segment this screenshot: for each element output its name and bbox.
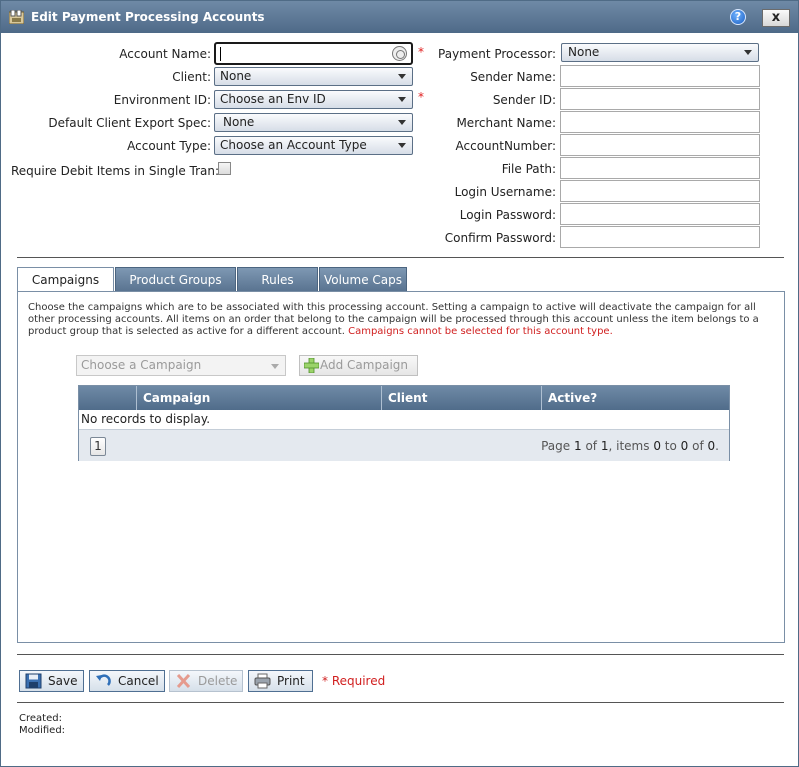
text-caret <box>220 47 221 61</box>
pager-info: Page 1 of 1, items 0 to 0 of 0. <box>541 439 719 453</box>
pager-to-text: to <box>664 439 677 453</box>
chevron-down-icon <box>398 97 406 102</box>
file-path-label: File Path: <box>501 162 556 176</box>
pager-of: of <box>585 439 598 453</box>
merchant-name-label: Merchant Name: <box>456 116 556 130</box>
tab-product-groups[interactable]: Product Groups <box>115 267 236 292</box>
tab-volume-caps[interactable]: Volume Caps <box>319 267 407 292</box>
campaigns-tab-panel: Choose the campaigns which are to be ass… <box>17 291 785 643</box>
sender-name-label: Sender Name: <box>470 70 556 84</box>
campaigns-description: Choose the campaigns which are to be ass… <box>28 302 768 338</box>
payment-processor-value: None <box>568 45 600 59</box>
confirm-password-input[interactable] <box>560 226 760 248</box>
export-spec-label: Default Client Export Spec: <box>48 116 211 130</box>
chevron-down-icon <box>744 50 752 55</box>
account-type-label: Account Type: <box>127 139 211 153</box>
grid-header: Campaign Client Active? <box>79 386 729 410</box>
save-label: Save <box>48 674 78 688</box>
confirm-password-label: Confirm Password: <box>444 231 556 245</box>
campaigns-warning: Campaigns cannot be selected for this ac… <box>348 326 613 337</box>
app-icon <box>9 10 24 24</box>
client-select-value: None <box>220 69 252 83</box>
pager-prefix: Page <box>541 439 571 453</box>
print-label: Print <box>277 674 305 688</box>
chevron-down-icon <box>398 143 406 148</box>
delete-icon <box>176 673 191 689</box>
tab-campaigns[interactable]: Campaigns <box>17 267 114 292</box>
export-spec-value: None <box>223 115 255 129</box>
save-button[interactable]: Save <box>19 670 84 692</box>
account-name-input[interactable] <box>214 42 413 65</box>
environment-id-value: Choose an Env ID <box>220 92 326 106</box>
created-label: Created: <box>19 713 62 724</box>
environment-id-select[interactable]: Choose an Env ID <box>214 90 413 109</box>
help-button[interactable]: ? <box>730 9 746 25</box>
undo-icon <box>96 674 111 686</box>
divider-footer <box>17 702 784 703</box>
client-select[interactable]: None <box>214 67 413 86</box>
account-number-input[interactable] <box>560 134 760 156</box>
plus-icon <box>304 358 319 373</box>
require-debit-label: Require Debit Items in Single Tran: <box>11 164 220 178</box>
chevron-down-icon <box>271 364 279 369</box>
printer-icon <box>254 673 271 689</box>
merchant-name-input[interactable] <box>560 111 760 133</box>
pager-to: 0 <box>680 439 689 453</box>
environment-id-label: Environment ID: <box>113 93 211 107</box>
account-type-select[interactable]: Choose an Account Type <box>214 136 413 155</box>
delete-label: Delete <box>198 674 238 688</box>
sender-id-label: Sender ID: <box>492 93 556 107</box>
titlebar[interactable]: Edit Payment Processing Accounts ? x <box>1 1 798 33</box>
delete-button[interactable]: Delete <box>169 670 243 692</box>
tab-strip: Campaigns Product Groups Rules Volume Ca… <box>17 267 785 292</box>
required-note: * Required <box>322 674 386 688</box>
choose-campaign-placeholder: Choose a Campaign <box>81 358 202 372</box>
column-campaign[interactable]: Campaign <box>136 386 381 410</box>
login-username-label: Login Username: <box>454 185 556 199</box>
pager-from: 0 <box>653 439 661 453</box>
login-password-label: Login Password: <box>459 208 556 222</box>
edit-payment-accounts-window: Edit Payment Processing Accounts ? x Acc… <box>0 0 799 767</box>
payment-processor-select[interactable]: None <box>561 43 759 62</box>
login-password-input[interactable] <box>560 203 760 225</box>
sender-name-input[interactable] <box>560 65 760 87</box>
clear-icon[interactable] <box>392 46 407 61</box>
add-campaign-button[interactable]: Add Campaign <box>299 355 418 376</box>
account-name-label: Account Name: <box>119 47 211 61</box>
pager-current-page: 1 <box>573 439 582 453</box>
choose-campaign-select[interactable]: Choose a Campaign <box>76 355 286 376</box>
divider-top <box>17 257 784 258</box>
pager-of-total: of <box>692 439 704 453</box>
chevron-down-icon <box>398 120 406 125</box>
tab-rules[interactable]: Rules <box>237 267 318 292</box>
campaigns-grid: Campaign Client Active? No records to di… <box>78 385 730 461</box>
page-1-button[interactable]: 1 <box>90 437 106 456</box>
account-number-label: AccountNumber: <box>455 139 557 153</box>
print-button[interactable]: Print <box>248 670 313 692</box>
export-spec-select[interactable]: None <box>214 113 413 132</box>
client-label: Client: <box>172 70 211 84</box>
account-type-value: Choose an Account Type <box>220 138 367 152</box>
column-active[interactable]: Active? <box>541 386 730 410</box>
no-records-text: No records to display. <box>81 412 211 426</box>
cancel-button[interactable]: Cancel <box>89 670 165 692</box>
pager-end: . <box>715 439 719 453</box>
grid-header-spacer <box>79 386 136 410</box>
save-icon <box>25 673 42 689</box>
payment-processor-label: Payment Processor: <box>438 47 556 61</box>
close-button[interactable]: x <box>762 9 790 27</box>
pager-items-text: , items <box>608 439 650 453</box>
require-debit-checkbox[interactable] <box>218 162 231 175</box>
divider-actions-top <box>17 654 784 655</box>
cancel-label: Cancel <box>118 674 159 688</box>
file-path-input[interactable] <box>560 157 760 179</box>
login-username-input[interactable] <box>560 180 760 202</box>
grid-pager: 1 Page 1 of 1, items 0 to 0 of 0. <box>79 429 729 461</box>
chevron-down-icon <box>398 74 406 79</box>
add-campaign-label: Add Campaign <box>320 358 408 372</box>
sender-id-input[interactable] <box>560 88 760 110</box>
window-title: Edit Payment Processing Accounts <box>31 10 265 24</box>
modified-label: Modified: <box>19 725 66 736</box>
column-client[interactable]: Client <box>381 386 541 410</box>
